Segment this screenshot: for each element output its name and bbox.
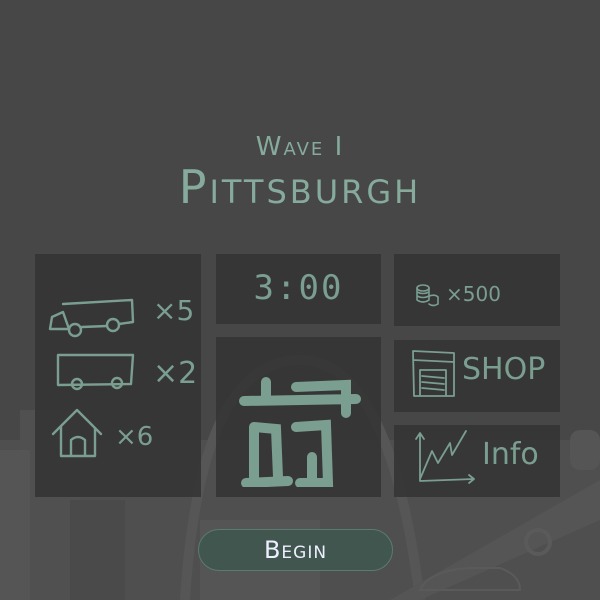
chart-icon bbox=[415, 430, 475, 484]
wave-label: Wave I bbox=[255, 132, 345, 162]
coins-icon bbox=[416, 284, 439, 307]
tower-panel[interactable] bbox=[216, 337, 381, 497]
bus-icon bbox=[56, 353, 135, 391]
shop-icon bbox=[412, 350, 455, 397]
coins-panel: ×500 bbox=[394, 254, 560, 326]
info-label: Info bbox=[482, 437, 539, 472]
car-icon bbox=[48, 298, 135, 338]
bus-count: ×2 bbox=[153, 356, 198, 391]
house-icon bbox=[51, 408, 103, 458]
timer-display: 3:00 bbox=[253, 268, 344, 308]
info-button[interactable]: Info bbox=[394, 425, 560, 497]
timer-panel: 3:00 bbox=[216, 254, 381, 324]
shop-button[interactable]: SHOP bbox=[394, 340, 560, 412]
tower-glyph-icon bbox=[239, 377, 361, 487]
begin-button[interactable]: Begin bbox=[198, 529, 393, 571]
shop-label: SHOP bbox=[462, 352, 546, 387]
city-title: Pittsburgh bbox=[178, 160, 422, 214]
enemy-list-panel: ×5 ×2 ×6 bbox=[35, 254, 201, 497]
house-count: ×6 bbox=[115, 422, 154, 452]
car-count: ×5 bbox=[153, 294, 195, 327]
coins-count: ×500 bbox=[446, 282, 501, 306]
